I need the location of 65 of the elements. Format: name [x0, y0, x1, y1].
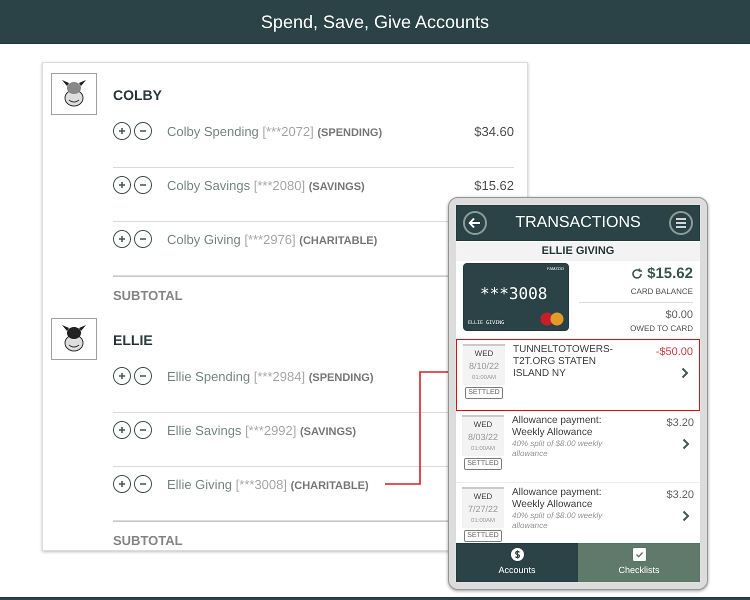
- plus-button[interactable]: [113, 367, 131, 385]
- account-label[interactable]: Ellie Savings [***2992] (SAVINGS): [167, 421, 356, 440]
- plus-icon: [117, 126, 127, 136]
- chevron-right-icon: [682, 438, 690, 450]
- day-label: WED: [474, 348, 494, 360]
- account-title: ELLIE GIVING: [456, 241, 700, 261]
- balance-label: CARD BALANCE: [630, 286, 693, 298]
- chevron-right-icon: [682, 510, 690, 522]
- transaction-amount: $3.20: [666, 488, 694, 503]
- page-title: Spend, Save, Give Accounts: [260, 10, 490, 34]
- plus-icon: [117, 479, 127, 489]
- date-label: 7/27/22: [468, 503, 498, 516]
- dollar-icon: [510, 548, 524, 561]
- plus-button[interactable]: [113, 421, 131, 439]
- date-label: 8/03/22: [468, 431, 498, 444]
- transaction-title: Allowance payment: Weekly Allowance: [512, 415, 602, 439]
- menu-icon: [675, 218, 687, 228]
- screen-title: TRANSACTIONS: [515, 213, 641, 233]
- refresh-icon[interactable]: [631, 268, 644, 280]
- account-label[interactable]: Colby Spending [***2072] (SPENDING): [167, 122, 382, 142]
- card-number: ***3008: [480, 283, 548, 305]
- plus-icon: [117, 425, 127, 435]
- account-amount: $15.62: [474, 177, 514, 195]
- tab-button[interactable]: Checklists: [578, 543, 700, 582]
- transaction-note: 40% split of $8.00 weekly allowance: [512, 439, 604, 459]
- day-label: WED: [474, 491, 492, 503]
- arrow-left-icon: [468, 216, 482, 230]
- account-label[interactable]: Ellie Spending [***2984] (SPENDING): [167, 367, 374, 386]
- date-label: 8/10/22: [468, 360, 500, 373]
- plus-button[interactable]: [113, 475, 131, 493]
- minus-button[interactable]: [134, 176, 152, 194]
- minus-button[interactable]: [134, 475, 152, 493]
- minus-button[interactable]: [134, 367, 152, 385]
- account-label[interactable]: Colby Giving [***2976] (CHARITABLE): [167, 230, 378, 250]
- menu-button[interactable]: [669, 211, 693, 235]
- subtotal-label: SUBTOTAL: [113, 288, 183, 303]
- plus-button[interactable]: [113, 122, 131, 140]
- owed-amount: $0.00: [665, 308, 693, 322]
- chevron-right-icon: [681, 366, 689, 378]
- card-balance: $15.62: [647, 264, 693, 284]
- subtotal-label: SUBTOTAL: [113, 533, 183, 548]
- transaction-title: TUNNELTOTOWERS-T2T.ORG STATEN ISLAND NY: [513, 344, 614, 380]
- plus-icon: [117, 371, 127, 381]
- account-label[interactable]: Colby Savings [***2080] (SAVINGS): [167, 176, 365, 196]
- plus-icon: [117, 180, 127, 190]
- minus-button[interactable]: [134, 230, 152, 248]
- back-button[interactable]: [463, 211, 487, 235]
- card-logo-icon: [540, 312, 564, 326]
- person-name: COLBY: [113, 86, 163, 105]
- account-amount: $34.60: [474, 123, 514, 141]
- person-name: ELLIE: [113, 331, 154, 350]
- transaction-title: Allowance payment: Weekly Allowance: [512, 487, 602, 511]
- plus-button[interactable]: [113, 230, 131, 248]
- transaction-amount: -$50.00: [656, 345, 693, 360]
- transaction-amount: $3.20: [666, 416, 694, 431]
- plus-icon: [117, 234, 127, 244]
- minus-button[interactable]: [134, 421, 152, 439]
- tab-button[interactable]: Accounts: [456, 543, 578, 582]
- owed-label: OWED TO CARD: [630, 323, 693, 335]
- account-label[interactable]: Ellie Giving [***3008] (CHARITABLE): [167, 475, 369, 494]
- transaction-note: 40% split of $8.00 weekly allowance: [512, 511, 604, 531]
- minus-button[interactable]: [134, 122, 152, 140]
- day-label: WED: [474, 419, 492, 431]
- plus-button[interactable]: [113, 176, 131, 194]
- checkbox-icon: [632, 548, 646, 561]
